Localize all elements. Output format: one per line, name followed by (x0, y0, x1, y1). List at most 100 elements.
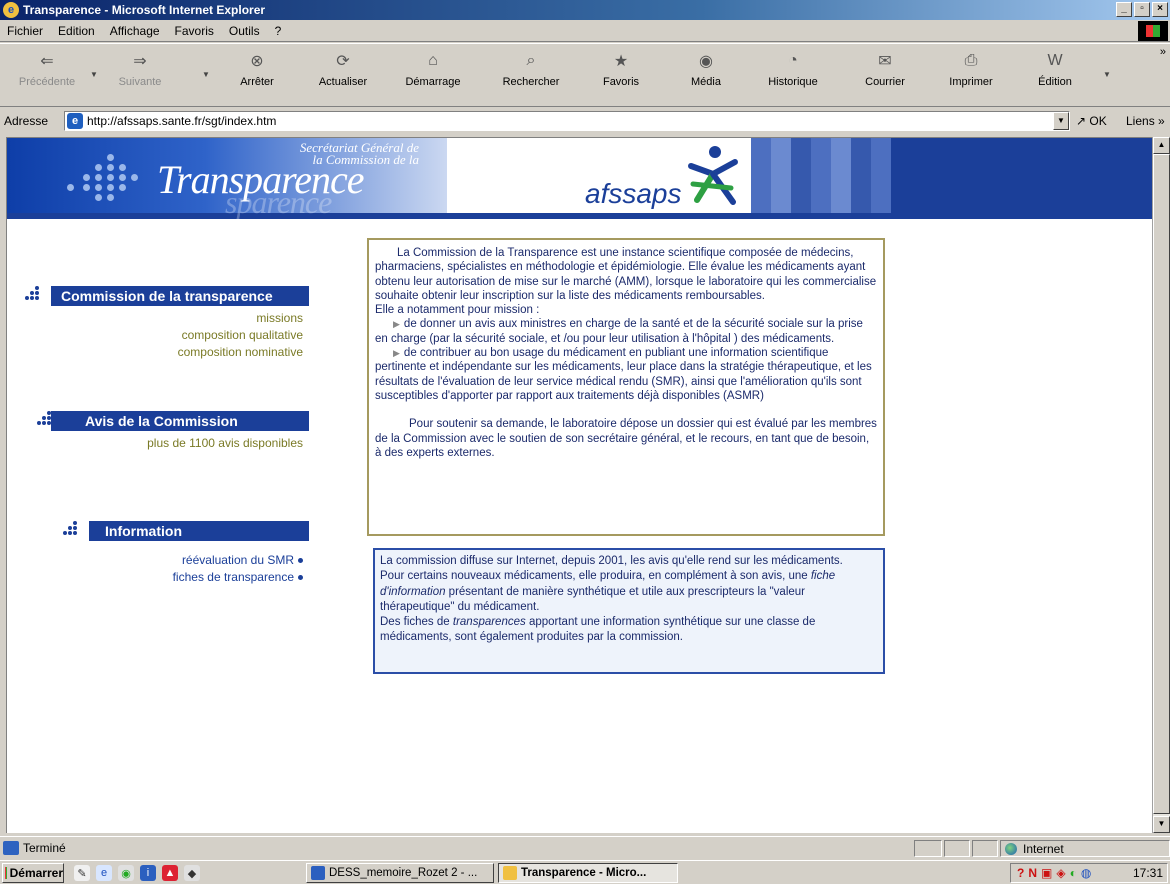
internet-globe-icon (1005, 842, 1017, 855)
mission-item-2: ▶ de contribuer au bon usage du médicamen… (375, 346, 877, 403)
status-cell (914, 840, 942, 857)
search-icon: ⌕ (526, 52, 536, 69)
task-word-document[interactable]: DESS_memoire_Rozet 2 - ... (306, 863, 494, 883)
vertical-scrollbar[interactable]: ▲ ▼ (1152, 137, 1170, 833)
page-content: Transparence sparence Secrétariat Généra… (6, 137, 1152, 833)
forward-dropdown-icon[interactable]: ▼ (202, 70, 210, 79)
menu-affichage[interactable]: Affichage (103, 24, 168, 38)
link-avis-disponibles[interactable]: plus de 1100 avis disponibles (67, 435, 303, 452)
edit-button[interactable]: W Édition (1020, 48, 1090, 88)
close-button[interactable]: × (1152, 2, 1168, 17)
ie-window: e Transparence - Microsoft Internet Expl… (0, 0, 1170, 884)
quick-launch: ✎ e ◉ i ▲ ◆ (74, 865, 200, 881)
app-quicklaunch-icon[interactable]: ▲ (162, 865, 178, 881)
acrobat-tray-icon[interactable]: ◈ (1056, 866, 1065, 880)
refresh-icon: ⟳ (336, 53, 350, 70)
stop-button[interactable]: ⊗ Arrêter (222, 48, 292, 88)
link-composition-nominative[interactable]: composition nominative (67, 344, 303, 361)
triangle-bullet-icon: ▶ (393, 348, 400, 359)
menu-bar: Fichier Edition Affichage Favoris Outils… (0, 20, 1170, 42)
scroll-thumb[interactable] (1153, 154, 1170, 814)
back-button[interactable]: ⇐ Précédente (12, 48, 82, 88)
media-button[interactable]: ◉ Média (671, 48, 741, 88)
edit-dropdown-icon[interactable]: ▼ (1103, 70, 1111, 79)
links-button[interactable]: Liens » (1126, 114, 1165, 128)
address-input[interactable]: e http://afssaps.sante.fr/sgt/index.htm … (64, 111, 1070, 131)
menu-help[interactable]: ? (268, 24, 290, 38)
link-composition-qualitative[interactable]: composition qualitative (67, 327, 303, 344)
history-icon: ◔ (788, 52, 798, 69)
address-dropdown-icon[interactable]: ▼ (1053, 112, 1069, 130)
go-button[interactable]: ↗ OK (1076, 114, 1107, 128)
n-tray-icon[interactable]: N (1028, 866, 1037, 880)
status-text: Terminé (23, 840, 66, 855)
menu-outils[interactable]: Outils (222, 24, 268, 38)
toolbar-chevron-icon[interactable]: » (1160, 46, 1166, 58)
search-button[interactable]: ⌕ Rechercher (496, 48, 566, 88)
task-internet-explorer[interactable]: Transparence - Micro... (498, 863, 678, 883)
afssaps-figure-icon (688, 146, 738, 205)
media-player-icon[interactable]: ◉ (118, 865, 134, 881)
section-dots-icon (25, 286, 43, 304)
title-bar[interactable]: e Transparence - Microsoft Internet Expl… (0, 0, 1170, 20)
back-arrow-icon: ⇐ (40, 53, 54, 70)
bullet-icon (298, 558, 303, 564)
sg-title: Secrétariat Général de la Commission de … (239, 141, 419, 166)
box2-p2-start: Pour certains nouveaux médicaments, elle… (380, 570, 811, 583)
scroll-down-icon[interactable]: ▼ (1153, 816, 1170, 833)
section-header-commission: Commission de la transparence (51, 286, 309, 306)
banner-tiles (751, 138, 891, 213)
mission-item-2-text: de contribuer au bon usage du médicament… (375, 347, 872, 402)
maximize-button[interactable]: ▫ (1134, 2, 1150, 17)
link-fiches-transparence[interactable]: fiches de transparence (67, 569, 303, 586)
triangle-bullet-icon: ▶ (393, 319, 400, 330)
network-tray-icon[interactable]: ▣ (1041, 866, 1052, 880)
menu-favoris[interactable]: Favoris (168, 24, 222, 38)
clock: 17:31 (1132, 866, 1163, 880)
system-tray: ? N ▣ ◈ ◐ ◍ 17:31 (1010, 863, 1168, 883)
window-title: Transparence - Microsoft Internet Explor… (23, 3, 266, 17)
section-dots-icon (63, 521, 81, 539)
ie-task-icon (503, 866, 517, 880)
link-reevaluation-smr-label: réévaluation du SMR (181, 553, 294, 567)
ie-quicklaunch-icon[interactable]: e (96, 865, 112, 881)
address-url: http://afssaps.sante.fr/sgt/index.htm (87, 114, 277, 128)
information-links: réévaluation du SMR fiches de transparen… (67, 552, 303, 586)
start-button[interactable]: Démarrer (2, 863, 64, 883)
link-missions[interactable]: missions (67, 310, 303, 327)
volume-tray-icon[interactable]: ◐ (1070, 866, 1077, 880)
status-bar: Terminé Internet (0, 836, 1170, 858)
minimize-button[interactable]: _ (1116, 2, 1132, 17)
forward-arrow-icon: ⇒ (133, 53, 147, 70)
history-button[interactable]: ◔ Historique (758, 48, 828, 88)
messenger-tray-icon[interactable]: ◍ (1081, 866, 1091, 880)
box2-paragraph-1: La commission diffuse sur Internet, depu… (380, 555, 843, 567)
task-word-label: DESS_memoire_Rozet 2 - ... (329, 867, 478, 879)
windows-flag-icon (5, 867, 7, 879)
mission-lead: Elle a notamment pour mission : (375, 304, 540, 317)
favorites-button[interactable]: ★ Favoris (586, 48, 656, 88)
print-button[interactable]: ⎙ Imprimer (936, 48, 1006, 88)
dossier-paragraph: Pour soutenir sa demande, le laboratoire… (375, 418, 877, 459)
intro-paragraph: La Commission de la Transparence est une… (375, 247, 877, 302)
home-button[interactable]: ⌂ Démarrage (398, 48, 468, 88)
desktop-icon[interactable]: ✎ (74, 865, 90, 881)
info-icon[interactable]: i (140, 865, 156, 881)
forward-button[interactable]: ⇒ Suivante (105, 48, 175, 88)
menu-fichier[interactable]: Fichier (0, 24, 51, 38)
key-tray-icon[interactable]: ? (1017, 866, 1024, 880)
link-reevaluation-smr[interactable]: réévaluation du SMR (67, 552, 303, 569)
stop-icon: ⊗ (250, 53, 264, 70)
avis-links: plus de 1100 avis disponibles (67, 435, 303, 452)
section-header-information: Information (89, 521, 309, 541)
zone-label: Internet (1023, 841, 1064, 856)
refresh-button[interactable]: ⟳ Actualiser (308, 48, 378, 88)
page-done-icon (3, 840, 19, 855)
outlook-icon[interactable]: ◆ (184, 865, 200, 881)
menu-edition[interactable]: Edition (51, 24, 103, 38)
mail-button[interactable]: ✉ Courrier (850, 48, 920, 88)
back-dropdown-icon[interactable]: ▼ (90, 70, 98, 79)
site-banner: Transparence sparence Secrétariat Généra… (7, 138, 1152, 220)
favorites-icon: ★ (613, 53, 629, 70)
scroll-up-icon[interactable]: ▲ (1153, 137, 1170, 154)
